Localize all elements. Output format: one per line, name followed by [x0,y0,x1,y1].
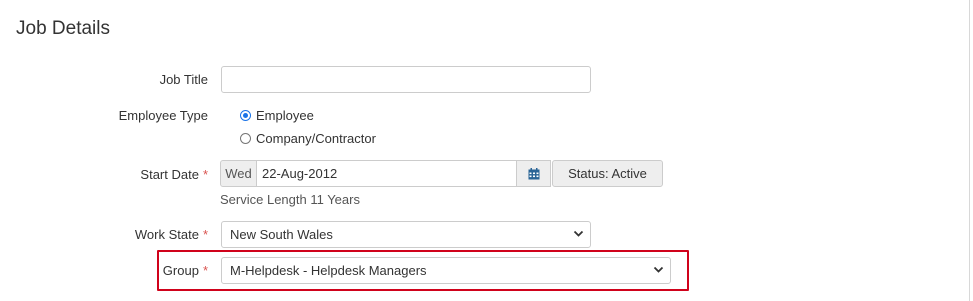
work-state-value: New South Wales [230,227,333,242]
section-title: Job Details [16,18,110,39]
group-label: Group * [163,263,208,278]
employee-type-label-text: Employee Type [118,108,208,123]
service-length-text: Service Length 11 Years [220,192,360,207]
calendar-button[interactable] [517,160,551,187]
employee-type-option-employee[interactable]: Employee [240,108,314,123]
page-right-border [969,0,970,301]
start-date-label: Start Date * [140,167,208,182]
work-state-select[interactable]: New South Wales [221,221,591,248]
start-date-group: Wed 22-Aug-2012 [220,160,551,187]
job-title-label-text: Job Title [159,72,208,87]
required-marker: * [202,227,208,242]
start-date-input[interactable]: 22-Aug-2012 [257,160,517,187]
calendar-icon [528,167,539,179]
work-state-label: Work State * [135,227,208,242]
start-date-label-text: Start Date [140,167,199,182]
required-marker: * [202,263,208,278]
work-state-label-text: Work State [134,227,199,242]
status-button[interactable]: Status: Active [552,160,663,187]
start-date-day: Wed [220,160,257,187]
chevron-down-icon [653,266,664,273]
radio-company-contractor-label: Company/Contractor [256,131,376,146]
chevron-down-icon [573,230,584,237]
group-label-text: Group [162,263,199,278]
radio-company-contractor[interactable] [240,133,251,144]
job-title-label: Job Title [160,72,208,87]
group-value: M-Helpdesk - Helpdesk Managers [230,263,427,278]
job-title-input[interactable] [221,66,591,93]
group-select[interactable]: M-Helpdesk - Helpdesk Managers [221,257,671,284]
employee-type-label: Employee Type [119,108,208,123]
employee-type-option-contractor[interactable]: Company/Contractor [240,131,376,146]
radio-employee[interactable] [240,110,251,121]
required-marker: * [202,167,208,182]
radio-employee-label: Employee [256,108,314,123]
